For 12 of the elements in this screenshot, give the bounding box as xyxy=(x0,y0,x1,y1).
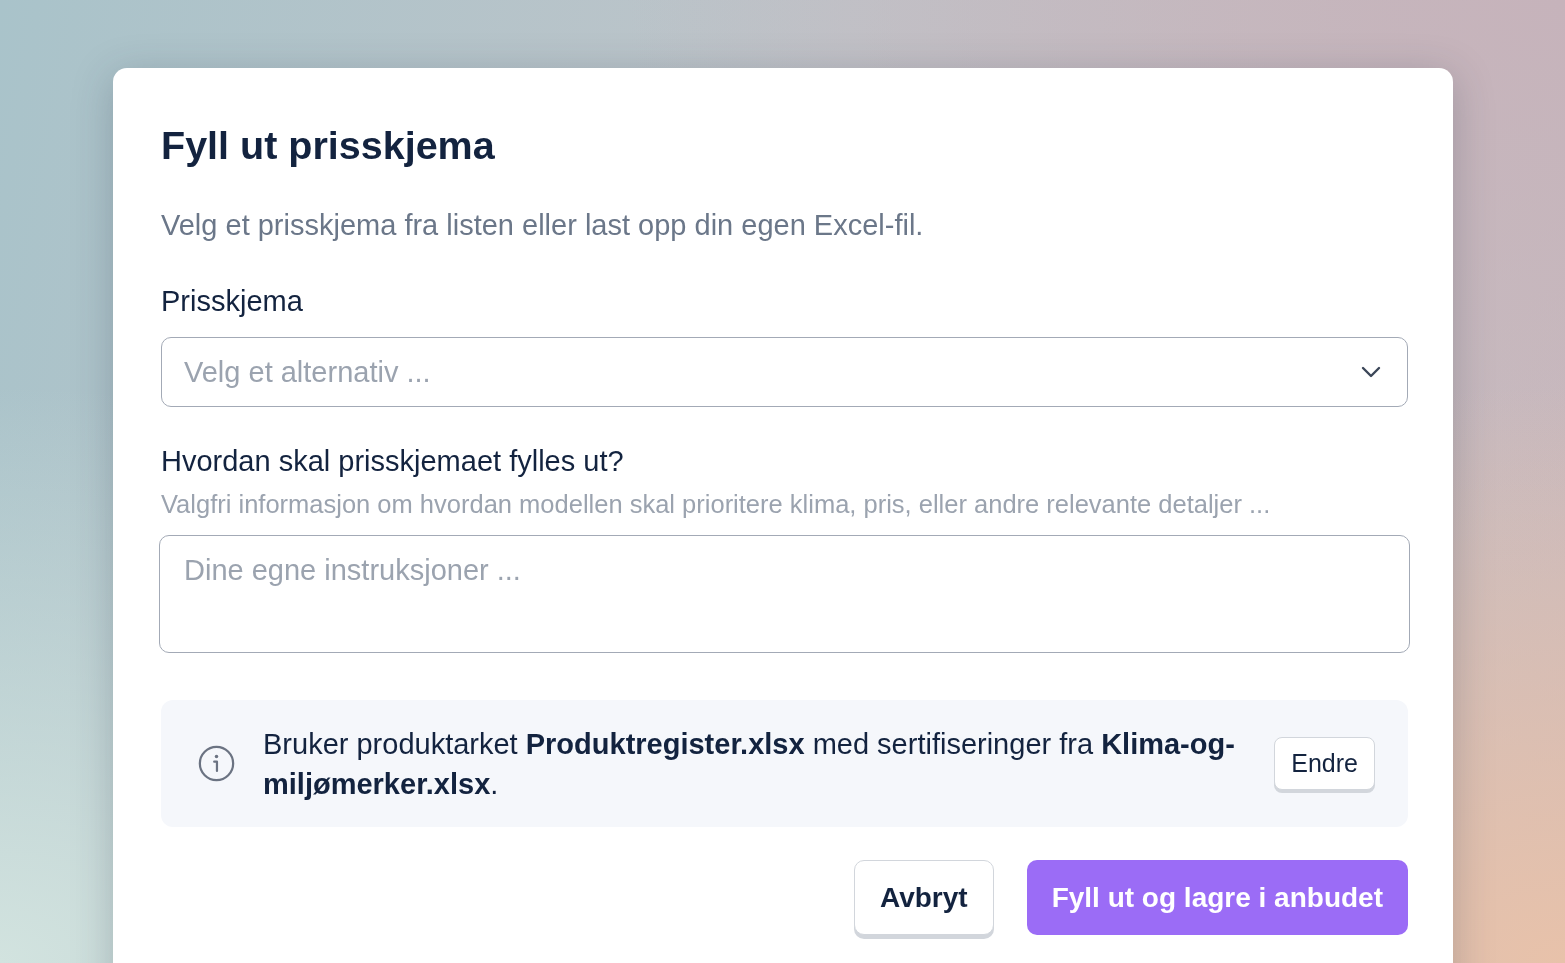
chevron-down-icon xyxy=(1361,366,1381,378)
field-label: Prisskjema xyxy=(161,284,303,319)
notice-text: Bruker produktarket Produktregister.xlsx med sertifiseringer fra Klima-og-miljømerker.xlsx. xyxy=(263,726,1236,802)
select-field[interactable]: Velg et alternativ ... xyxy=(161,337,1408,407)
change-button[interactable]: Endre xyxy=(1274,737,1375,790)
field-label: Hvordan skal prisskjemaet fylles ut? xyxy=(161,444,624,479)
submit-button[interactable]: Fyll ut og lagre i anbudet xyxy=(1026,860,1408,935)
info-icon xyxy=(198,745,235,782)
dialog-description: Velg et prisskjema fra listen eller last opp din egen Excel-fil. xyxy=(161,208,924,243)
textarea-field[interactable]: Dine egne instruksjoner ... xyxy=(159,535,1410,653)
field-hint: Valgfri informasjon om hvordan modellen skal prioritere klima, pris, eller andre relevante detaljer ... xyxy=(161,489,1271,519)
dialog-title: Fyll ut prisskjema xyxy=(161,122,495,169)
